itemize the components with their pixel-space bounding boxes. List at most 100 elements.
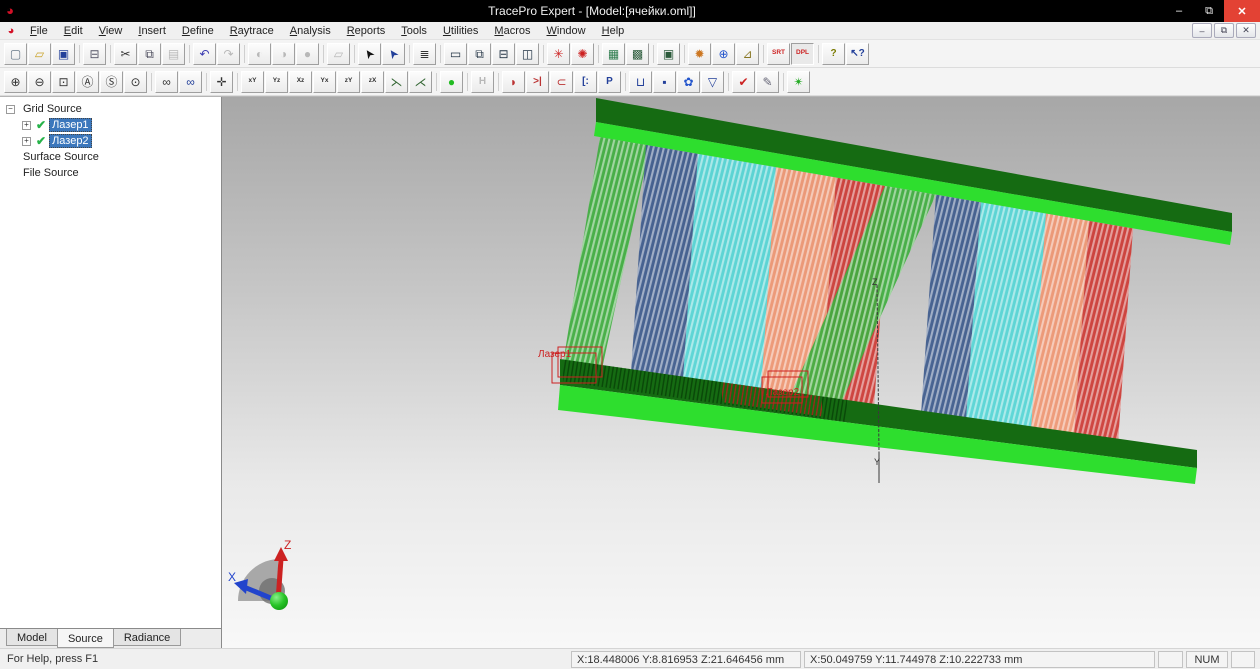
view-wireframe-button[interactable]: ◐ <box>248 43 271 65</box>
menu-tools[interactable]: Tools <box>393 22 435 39</box>
photorealistic-button[interactable]: P <box>598 71 621 93</box>
help-button[interactable]: ? <box>822 43 845 65</box>
redraw-all-button[interactable]: ∞ <box>179 71 202 93</box>
cascade-windows-button[interactable]: ⧉ <box>468 43 491 65</box>
view-iso-1-button[interactable]: ⋋ <box>385 71 408 93</box>
view-iso-2-button[interactable]: ⋌ <box>409 71 432 93</box>
mdi-restore-button[interactable]: ⧉ <box>1214 23 1234 38</box>
menu-reports[interactable]: Reports <box>339 22 394 39</box>
save-button[interactable]: ▣ <box>52 43 75 65</box>
tab-model[interactable]: Model <box>6 629 58 646</box>
model-view-canvas[interactable]: Z Y Лазер1 Лазер2 Z X <box>222 97 1259 649</box>
tile-horizontal-button[interactable]: ⊟ <box>492 43 515 65</box>
tree-item-surface-source[interactable]: Surface Source <box>0 149 221 165</box>
restore-button[interactable]: ⧉ <box>1194 0 1224 22</box>
collapse-icon[interactable]: − <box>6 105 15 114</box>
trace-rays-button[interactable]: ✳ <box>547 43 570 65</box>
globe-view-button[interactable]: ⊕ <box>712 43 735 65</box>
expand-icon[interactable]: + <box>22 121 31 130</box>
tab-source[interactable]: Source <box>57 629 114 648</box>
zoom-out-button[interactable]: ⊖ <box>28 71 51 93</box>
pick-surface-button[interactable]: ➤ <box>382 43 405 65</box>
expand-icon[interactable]: + <box>22 137 31 146</box>
zoom-in-button[interactable]: ⊕ <box>4 71 27 93</box>
menu-utilities[interactable]: Utilities <box>435 22 486 39</box>
apply-check-button[interactable]: ✔ <box>732 71 755 93</box>
print-button[interactable]: ⊟ <box>83 43 106 65</box>
tree-item-laser1-label[interactable]: Лазер1 <box>49 118 92 132</box>
menu-file[interactable]: File <box>22 22 56 39</box>
close-button[interactable]: ✕ <box>1224 0 1260 22</box>
new-button[interactable]: ▢ <box>4 43 27 65</box>
tree-item-laser1[interactable]: + ✔Лазер1 <box>0 117 221 133</box>
cube-view-button[interactable]: ▪ <box>653 71 676 93</box>
orbit-button[interactable]: ● <box>440 71 463 93</box>
source-options-button[interactable]: ✹ <box>688 43 711 65</box>
dpl-mode-button[interactable]: DPL <box>791 43 814 65</box>
pan-button[interactable]: ✛ <box>210 71 233 93</box>
select-button[interactable]: ➤ <box>358 43 381 65</box>
cylinder-view-button[interactable]: ⊔ <box>629 71 652 93</box>
display-ray-options-button[interactable]: ▣ <box>657 43 680 65</box>
open-button[interactable]: ▱ <box>28 43 51 65</box>
tab-radiance[interactable]: Radiance <box>113 629 181 646</box>
zoom-previous-button[interactable]: ⊙ <box>124 71 147 93</box>
tile-vertical-button[interactable]: ◫ <box>516 43 539 65</box>
h-tool-button[interactable]: H <box>471 71 494 93</box>
sketch-button[interactable]: ✎ <box>756 71 779 93</box>
candela-plot-button[interactable]: ⊿ <box>736 43 759 65</box>
view-hidden-line-button[interactable]: ◑ <box>272 43 295 65</box>
menu-raytrace[interactable]: Raytrace <box>222 22 282 39</box>
minimize-button[interactable]: – <box>1164 0 1194 22</box>
zoom-window-button[interactable]: ⊡ <box>52 71 75 93</box>
edit-region-button[interactable]: ▱ <box>327 43 350 65</box>
profile-lens-button[interactable]: ⊂ <box>550 71 573 93</box>
model-viewport[interactable]: Z Y Лазер1 Лазер2 Z X <box>222 97 1260 648</box>
tree-item-file-source-label[interactable]: File Source <box>20 166 82 180</box>
view-yz-button[interactable]: Yz <box>265 71 288 93</box>
flower-view-button[interactable]: ✿ <box>677 71 700 93</box>
redo-button[interactable]: ↷ <box>217 43 240 65</box>
paste-button[interactable]: ▤ <box>162 43 185 65</box>
view-zx-button[interactable]: zX <box>361 71 384 93</box>
profile-d-button[interactable]: ◗ <box>502 71 525 93</box>
tree-item-laser2-label[interactable]: Лазер2 <box>49 134 92 148</box>
mdi-close-button[interactable]: ✕ <box>1236 23 1256 38</box>
view-xz-button[interactable]: Xz <box>289 71 312 93</box>
cut-button[interactable]: ✂ <box>114 43 137 65</box>
menu-edit[interactable]: Edit <box>56 22 91 39</box>
view-yx-button[interactable]: Yx <box>313 71 336 93</box>
tree-item-laser2[interactable]: + ✔Лазер2 <box>0 133 221 149</box>
view-xy-button[interactable]: xY <box>241 71 264 93</box>
tree-item-surface-source-label[interactable]: Surface Source <box>20 150 102 164</box>
view-zy-button[interactable]: zY <box>337 71 360 93</box>
ray-limit-button[interactable]: >| <box>526 71 549 93</box>
mdi-minimize-button[interactable]: – <box>1192 23 1212 38</box>
irradiance-map-button[interactable]: ▦ <box>602 43 625 65</box>
context-help-button[interactable]: ↖? <box>846 43 869 65</box>
tree-item-file-source[interactable]: File Source <box>0 165 221 181</box>
menu-define[interactable]: Define <box>174 22 222 39</box>
cone-view-button[interactable]: ▽ <box>701 71 724 93</box>
tree-item-grid-source-label[interactable]: Grid Source <box>20 102 85 116</box>
irradiance-options-button[interactable]: ▩ <box>626 43 649 65</box>
undo-button[interactable]: ↶ <box>193 43 216 65</box>
view-solid-button[interactable]: ● <box>296 43 319 65</box>
notes-button[interactable]: ≣ <box>413 43 436 65</box>
copy-button[interactable]: ⧉ <box>138 43 161 65</box>
menu-help[interactable]: Help <box>594 22 633 39</box>
redraw-button[interactable]: ∞ <box>155 71 178 93</box>
tree-item-grid-source[interactable]: −Grid Source <box>0 101 221 117</box>
menu-macros[interactable]: Macros <box>486 22 538 39</box>
menu-analysis[interactable]: Analysis <box>282 22 339 39</box>
zoom-selection-button[interactable]: Ⓢ <box>100 71 123 93</box>
profile-section-button[interactable]: [: <box>574 71 597 93</box>
new-window-button[interactable]: ▭ <box>444 43 467 65</box>
menu-window[interactable]: Window <box>538 22 593 39</box>
menu-insert[interactable]: Insert <box>130 22 174 39</box>
zoom-all-button[interactable]: Ⓐ <box>76 71 99 93</box>
menu-view[interactable]: View <box>91 22 131 39</box>
trace-rays-rep-button[interactable]: ✺ <box>571 43 594 65</box>
enabled-check-icon[interactable]: ✔ <box>36 118 46 132</box>
enabled-check-icon[interactable]: ✔ <box>36 134 46 148</box>
